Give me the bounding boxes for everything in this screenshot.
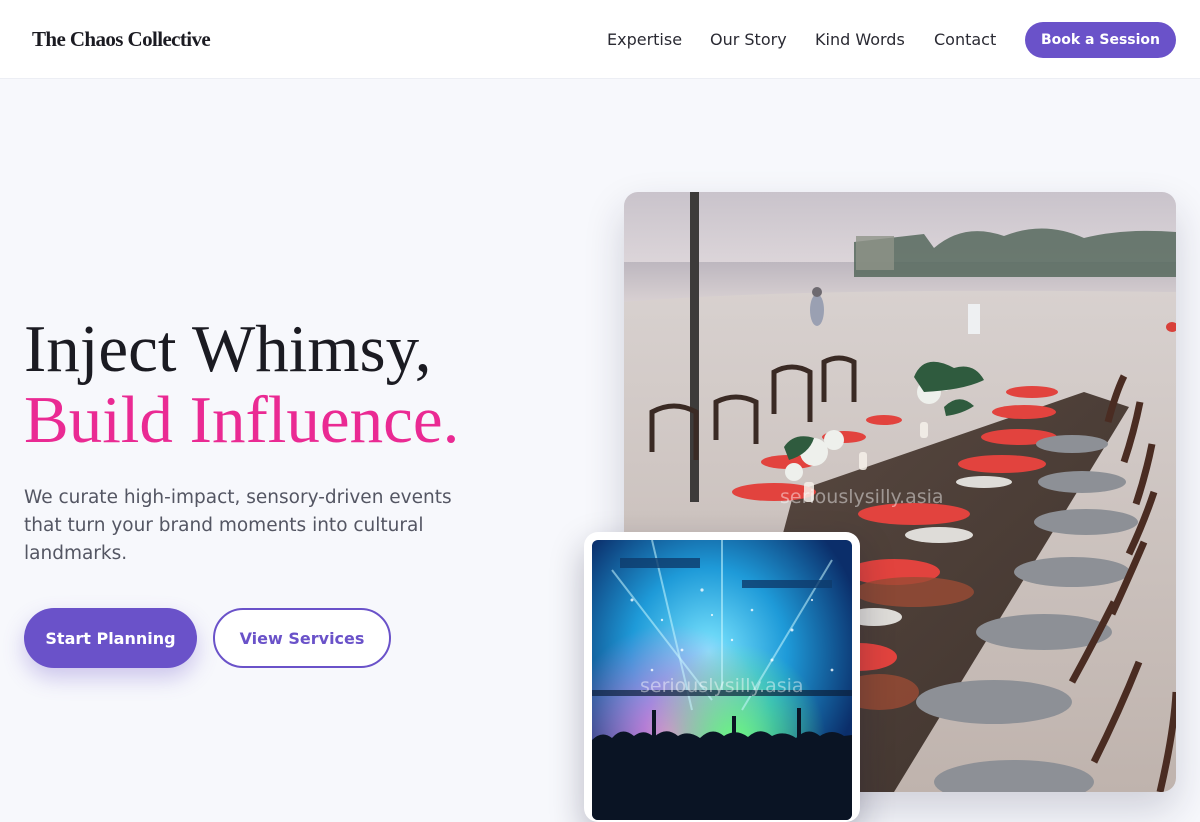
book-session-button[interactable]: Book a Session: [1025, 22, 1176, 58]
nav-link-expertise[interactable]: Expertise: [607, 30, 682, 49]
site-header: The Chaos Collective Expertise Our Story…: [0, 0, 1200, 79]
concert-photo-card: seriouslysilly.asia: [584, 532, 860, 822]
nav-link-contact[interactable]: Contact: [934, 30, 996, 49]
main-photo-watermark: seriouslysilly.asia: [780, 486, 944, 508]
hero-headline-line2: Build Influence.: [24, 383, 460, 457]
hero-headline-line1: Inject Whimsy,: [24, 312, 432, 386]
concert-photo: seriouslysilly.asia: [592, 540, 852, 820]
site-logo[interactable]: The Chaos Collective: [32, 27, 211, 52]
hero-subtext: We curate high-impact, sensory-driven ev…: [24, 487, 452, 564]
hero-headline: Inject Whimsy, Build Influence.: [24, 314, 459, 456]
inset-photo-watermark: seriouslysilly.asia: [640, 675, 804, 697]
nav-link-our-story[interactable]: Our Story: [710, 30, 787, 49]
view-services-button[interactable]: View Services: [213, 608, 391, 668]
concert-illustration: seriouslysilly.asia: [592, 540, 852, 820]
start-planning-button[interactable]: Start Planning: [24, 608, 197, 668]
nav-link-kind-words[interactable]: Kind Words: [815, 30, 905, 49]
